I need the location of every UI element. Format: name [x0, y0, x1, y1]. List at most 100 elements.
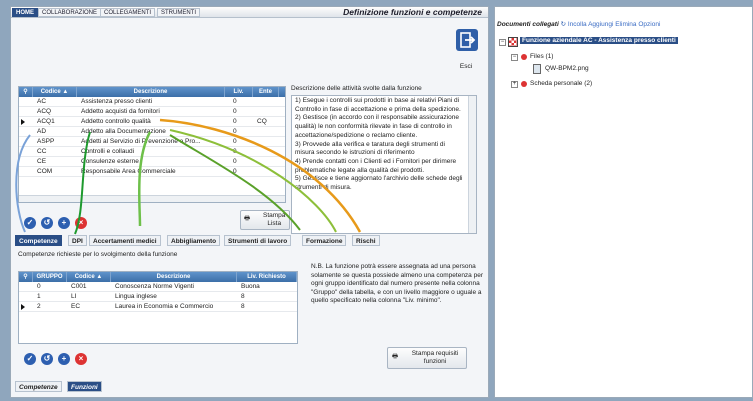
col-codice[interactable]: Codice ▲ [33, 87, 77, 97]
delete-button-2[interactable]: × [75, 353, 87, 365]
table-row[interactable]: AC Assistenza presso clienti 0 [19, 97, 285, 107]
table-cell: CC [37, 148, 47, 155]
tree-files[interactable]: Files (1) [530, 53, 553, 60]
table-row[interactable]: CE Consulenze esterne 0 [19, 157, 285, 167]
files-icon [521, 54, 527, 60]
table-cell: ACQ [37, 108, 52, 115]
undo-button-2[interactable]: ↺ [41, 353, 53, 365]
table-cell: 0 [233, 138, 237, 145]
page-title: Definizione funzioni e competenze [343, 7, 482, 17]
tab-collaborazione[interactable]: COLLABORAZIONE [38, 8, 102, 17]
table-cell: 8 [241, 303, 245, 310]
main-window: HOME COLLABORAZIONE COLLEGAMENTI STRUMEN… [10, 6, 489, 398]
table-row[interactable]: ACQ1 Addetto controllo qualità 0 CQ [19, 117, 285, 127]
table-row[interactable]: 2 EC Laurea in Economia e Commercio 8 [19, 302, 297, 312]
table-row[interactable]: 1 LI Lingua inglese 8 [19, 292, 297, 302]
tab-dpi[interactable]: DPI [68, 235, 87, 246]
confirm-button-2[interactable]: ✓ [24, 353, 36, 365]
table-cell: 0 [37, 283, 41, 290]
link-incolla[interactable]: Incolla [568, 21, 587, 28]
add-button-2[interactable]: + [58, 353, 70, 365]
tab-collegamenti[interactable]: COLLEGAMENTI [100, 8, 156, 17]
expand-scheda-icon[interactable]: + [511, 81, 518, 88]
table-cell: 0 [233, 148, 237, 155]
printer-icon: 🖶 [392, 353, 399, 360]
collapse-files-icon[interactable]: − [511, 54, 518, 61]
table-cell: CQ [257, 118, 267, 125]
col-liv-richiesto[interactable]: Liv. Richiesto [237, 272, 297, 282]
refresh-icon[interactable]: ↻ [561, 21, 566, 28]
bottom-tab-competenze[interactable]: Competenze [15, 381, 62, 392]
grid2-caption: Competenze richieste per lo svolgimento … [18, 251, 178, 258]
competences-table: ⚲ GRUPPO ▲ Codice ▲ Descrizione Liv. Ric… [18, 271, 298, 344]
table-cell: Buona [241, 283, 260, 290]
link-aggiungi[interactable]: Aggiungi [588, 21, 613, 28]
tab-competenze[interactable]: Competenze [15, 235, 62, 246]
tree-root[interactable]: Funzione aziendale AC - Assistenza press… [520, 37, 678, 44]
table-row[interactable]: CC Controlli e collaudi 0 [19, 147, 285, 157]
table-cell: Addetto acquisti da fornitori [81, 108, 160, 115]
function-icon [508, 37, 518, 47]
tab-rischi[interactable]: Rischi [352, 235, 380, 246]
table-cell: Addetti al Servizio di Prevenzione e Pro… [81, 138, 201, 145]
col-codice[interactable]: Codice ▲ [67, 272, 111, 282]
table-cell: Addetto alla Documentazione [81, 128, 166, 135]
exit-button[interactable] [456, 29, 478, 51]
table-row[interactable]: AD Addetto alla Documentazione 0 [19, 127, 285, 137]
tab-strumenti-lavoro[interactable]: Strumenti di lavoro [224, 235, 292, 246]
confirm-button[interactable]: ✓ [24, 217, 36, 229]
description-text: 1) Esegue i controlli sui prodotti in ba… [295, 97, 463, 192]
description-scrollbar[interactable] [468, 96, 476, 233]
scheda-icon [521, 81, 527, 87]
table-row[interactable]: ASPP Addetti al Servizio di Prevenzione e… [19, 137, 285, 147]
table-cell: ACQ1 [37, 118, 55, 125]
table-cell: Consulenze esterne [81, 158, 139, 165]
printer-icon: 🖶 [244, 215, 251, 222]
table-cell: 0 [233, 128, 237, 135]
tab-accertamenti-medici[interactable]: Accertamenti medici [89, 235, 161, 246]
table-cell: Assistenza presso clienti [81, 98, 153, 105]
tree-file[interactable]: QW-BPM2.png [545, 65, 589, 72]
documents-panel: Documenti collegati ↻ Incolla Aggiungi E… [494, 6, 753, 398]
undo-button[interactable]: ↺ [41, 217, 53, 229]
col-gruppo[interactable]: GRUPPO ▲ [33, 272, 67, 290]
search-icon[interactable]: ⚲ [19, 272, 33, 282]
table-cell: EC [71, 303, 81, 310]
table-row[interactable]: ACQ Addetto acquisti da fornitori 0 [19, 107, 285, 117]
delete-button[interactable]: × [75, 217, 87, 229]
table-header: ⚲ GRUPPO ▲ Codice ▲ Descrizione Liv. Ric… [19, 272, 297, 290]
collapse-root-icon[interactable]: − [499, 39, 506, 46]
tab-home[interactable]: HOME [12, 8, 38, 17]
table-cell: Controlli e collaudi [81, 148, 135, 155]
col-descrizione[interactable]: Descrizione [111, 272, 237, 282]
bottom-tab-funzioni[interactable]: Funzioni [67, 381, 102, 392]
link-opzioni[interactable]: Opzioni [638, 21, 660, 28]
col-descrizione[interactable]: Descrizione [77, 87, 225, 97]
table-cell: C001 [71, 283, 87, 290]
table-cell: Responsabile Area Commerciale [81, 168, 176, 175]
tab-abbigliamento[interactable]: Abbigliamento [167, 235, 221, 246]
col-ente[interactable]: Ente [253, 87, 279, 97]
tab-formazione[interactable]: Formazione [302, 235, 347, 246]
col-liv[interactable]: Liv. [225, 87, 253, 97]
table-row[interactable]: 0 C001 Conoscenza Norme Vigenti Buona [19, 282, 297, 292]
table-cell: 0 [233, 158, 237, 165]
exit-label: Esci [459, 63, 473, 70]
print-list-button[interactable]: 🖶 Stampa Lista [240, 210, 290, 230]
link-elimina[interactable]: Elimina [615, 21, 636, 28]
description-textarea[interactable]: 1) Esegue i controlli sui prodotti in ba… [291, 95, 477, 234]
functions-table: ⚲ Codice ▲ Descrizione Liv. Ente AC Assis… [18, 86, 286, 203]
add-button[interactable]: + [58, 217, 70, 229]
horizontal-scrollbar[interactable] [19, 195, 285, 202]
table-cell: ASPP [37, 138, 55, 145]
search-icon[interactable]: ⚲ [19, 87, 33, 97]
table-cell: 8 [241, 293, 245, 300]
exit-icon [460, 32, 476, 48]
table-cell: 0 [233, 118, 237, 125]
tab-strumenti[interactable]: STRUMENTI [157, 8, 200, 17]
table-cell: 0 [233, 108, 237, 115]
print-requirements-button[interactable]: 🖶 Stampa requisiti funzioni [387, 347, 467, 369]
tree-scheda[interactable]: Scheda personale (2) [530, 80, 592, 87]
table-row[interactable]: COM Responsabile Area Commerciale 0 [19, 167, 285, 177]
table-cell: AD [37, 128, 47, 135]
